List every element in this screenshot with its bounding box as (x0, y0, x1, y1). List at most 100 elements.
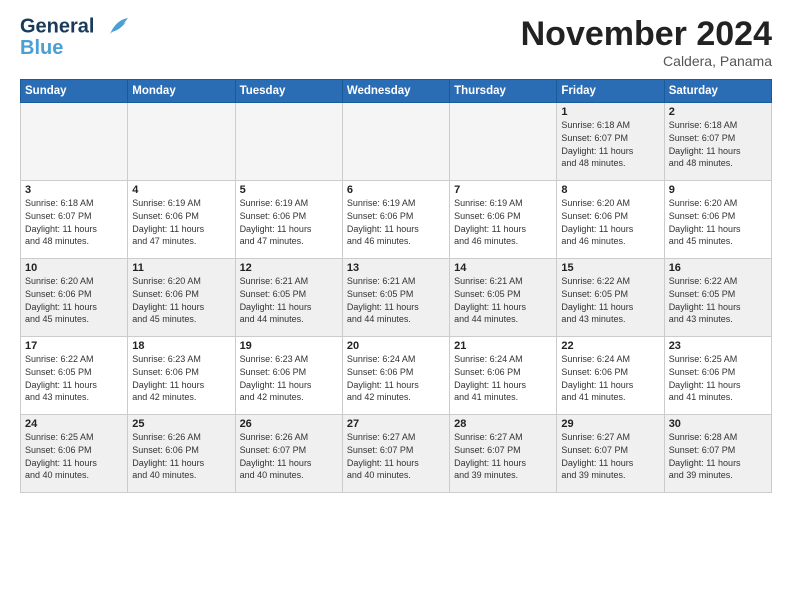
day-number: 11 (132, 262, 230, 274)
day-info: Sunrise: 6:24 AM Sunset: 6:06 PM Dayligh… (561, 353, 659, 403)
day-info: Sunrise: 6:19 AM Sunset: 6:06 PM Dayligh… (454, 197, 552, 247)
day-number: 5 (240, 184, 338, 196)
day-info: Sunrise: 6:27 AM Sunset: 6:07 PM Dayligh… (347, 431, 445, 481)
day-number: 7 (454, 184, 552, 196)
day-number: 17 (25, 340, 123, 352)
day-number: 4 (132, 184, 230, 196)
calendar-week-row: 17Sunrise: 6:22 AM Sunset: 6:05 PM Dayli… (21, 337, 772, 415)
day-number: 9 (669, 184, 767, 196)
day-info: Sunrise: 6:19 AM Sunset: 6:06 PM Dayligh… (240, 197, 338, 247)
day-number: 27 (347, 418, 445, 430)
day-number: 25 (132, 418, 230, 430)
day-number: 20 (347, 340, 445, 352)
day-info: Sunrise: 6:23 AM Sunset: 6:06 PM Dayligh… (240, 353, 338, 403)
calendar-cell: 24Sunrise: 6:25 AM Sunset: 6:06 PM Dayli… (21, 415, 128, 493)
day-info: Sunrise: 6:22 AM Sunset: 6:05 PM Dayligh… (561, 275, 659, 325)
day-number: 29 (561, 418, 659, 430)
day-number: 16 (669, 262, 767, 274)
day-number: 23 (669, 340, 767, 352)
day-info: Sunrise: 6:22 AM Sunset: 6:05 PM Dayligh… (25, 353, 123, 403)
calendar-cell: 8Sunrise: 6:20 AM Sunset: 6:06 PM Daylig… (557, 181, 664, 259)
day-info: Sunrise: 6:28 AM Sunset: 6:07 PM Dayligh… (669, 431, 767, 481)
calendar-cell: 28Sunrise: 6:27 AM Sunset: 6:07 PM Dayli… (450, 415, 557, 493)
day-of-week-header: Friday (557, 80, 664, 103)
day-info: Sunrise: 6:27 AM Sunset: 6:07 PM Dayligh… (561, 431, 659, 481)
day-of-week-header: Tuesday (235, 80, 342, 103)
day-number: 24 (25, 418, 123, 430)
day-info: Sunrise: 6:21 AM Sunset: 6:05 PM Dayligh… (454, 275, 552, 325)
day-number: 21 (454, 340, 552, 352)
day-number: 14 (454, 262, 552, 274)
day-number: 19 (240, 340, 338, 352)
day-number: 13 (347, 262, 445, 274)
calendar-cell: 23Sunrise: 6:25 AM Sunset: 6:06 PM Dayli… (664, 337, 771, 415)
day-info: Sunrise: 6:27 AM Sunset: 6:07 PM Dayligh… (454, 431, 552, 481)
calendar-week-row: 24Sunrise: 6:25 AM Sunset: 6:06 PM Dayli… (21, 415, 772, 493)
calendar-cell (128, 103, 235, 181)
calendar-cell: 6Sunrise: 6:19 AM Sunset: 6:06 PM Daylig… (342, 181, 449, 259)
day-info: Sunrise: 6:21 AM Sunset: 6:05 PM Dayligh… (347, 275, 445, 325)
day-info: Sunrise: 6:19 AM Sunset: 6:06 PM Dayligh… (132, 197, 230, 247)
calendar-cell: 20Sunrise: 6:24 AM Sunset: 6:06 PM Dayli… (342, 337, 449, 415)
day-info: Sunrise: 6:25 AM Sunset: 6:06 PM Dayligh… (669, 353, 767, 403)
calendar-body: 1Sunrise: 6:18 AM Sunset: 6:07 PM Daylig… (21, 103, 772, 493)
title-block: November 2024 Caldera, Panama (521, 16, 772, 69)
calendar-cell: 12Sunrise: 6:21 AM Sunset: 6:05 PM Dayli… (235, 259, 342, 337)
calendar-cell: 27Sunrise: 6:27 AM Sunset: 6:07 PM Dayli… (342, 415, 449, 493)
calendar-cell: 1Sunrise: 6:18 AM Sunset: 6:07 PM Daylig… (557, 103, 664, 181)
calendar-cell: 16Sunrise: 6:22 AM Sunset: 6:05 PM Dayli… (664, 259, 771, 337)
day-info: Sunrise: 6:20 AM Sunset: 6:06 PM Dayligh… (669, 197, 767, 247)
calendar-cell: 17Sunrise: 6:22 AM Sunset: 6:05 PM Dayli… (21, 337, 128, 415)
calendar-cell: 30Sunrise: 6:28 AM Sunset: 6:07 PM Dayli… (664, 415, 771, 493)
day-number: 15 (561, 262, 659, 274)
calendar-week-row: 1Sunrise: 6:18 AM Sunset: 6:07 PM Daylig… (21, 103, 772, 181)
calendar-cell (342, 103, 449, 181)
calendar-cell (450, 103, 557, 181)
day-number: 12 (240, 262, 338, 274)
day-info: Sunrise: 6:21 AM Sunset: 6:05 PM Dayligh… (240, 275, 338, 325)
day-of-week-header: Wednesday (342, 80, 449, 103)
day-number: 8 (561, 184, 659, 196)
calendar-cell: 25Sunrise: 6:26 AM Sunset: 6:06 PM Dayli… (128, 415, 235, 493)
calendar-table: SundayMondayTuesdayWednesdayThursdayFrid… (20, 79, 772, 493)
logo-bird-icon (102, 16, 128, 38)
calendar-cell (21, 103, 128, 181)
calendar-week-row: 3Sunrise: 6:18 AM Sunset: 6:07 PM Daylig… (21, 181, 772, 259)
day-number: 26 (240, 418, 338, 430)
day-of-week-header: Thursday (450, 80, 557, 103)
day-info: Sunrise: 6:26 AM Sunset: 6:07 PM Dayligh… (240, 431, 338, 481)
calendar-cell: 7Sunrise: 6:19 AM Sunset: 6:06 PM Daylig… (450, 181, 557, 259)
day-number: 2 (669, 106, 767, 118)
calendar-cell: 3Sunrise: 6:18 AM Sunset: 6:07 PM Daylig… (21, 181, 128, 259)
day-info: Sunrise: 6:18 AM Sunset: 6:07 PM Dayligh… (669, 119, 767, 169)
day-info: Sunrise: 6:19 AM Sunset: 6:06 PM Dayligh… (347, 197, 445, 247)
calendar-cell: 11Sunrise: 6:20 AM Sunset: 6:06 PM Dayli… (128, 259, 235, 337)
day-number: 28 (454, 418, 552, 430)
day-number: 3 (25, 184, 123, 196)
calendar-cell: 26Sunrise: 6:26 AM Sunset: 6:07 PM Dayli… (235, 415, 342, 493)
day-of-week-header: Monday (128, 80, 235, 103)
calendar-cell: 19Sunrise: 6:23 AM Sunset: 6:06 PM Dayli… (235, 337, 342, 415)
day-of-week-header: Sunday (21, 80, 128, 103)
calendar-cell: 4Sunrise: 6:19 AM Sunset: 6:06 PM Daylig… (128, 181, 235, 259)
day-info: Sunrise: 6:20 AM Sunset: 6:06 PM Dayligh… (561, 197, 659, 247)
day-info: Sunrise: 6:24 AM Sunset: 6:06 PM Dayligh… (347, 353, 445, 403)
calendar-cell: 10Sunrise: 6:20 AM Sunset: 6:06 PM Dayli… (21, 259, 128, 337)
day-info: Sunrise: 6:20 AM Sunset: 6:06 PM Dayligh… (132, 275, 230, 325)
day-number: 1 (561, 106, 659, 118)
calendar-cell: 14Sunrise: 6:21 AM Sunset: 6:05 PM Dayli… (450, 259, 557, 337)
calendar-cell: 18Sunrise: 6:23 AM Sunset: 6:06 PM Dayli… (128, 337, 235, 415)
day-number: 30 (669, 418, 767, 430)
calendar-week-row: 10Sunrise: 6:20 AM Sunset: 6:06 PM Dayli… (21, 259, 772, 337)
day-info: Sunrise: 6:18 AM Sunset: 6:07 PM Dayligh… (561, 119, 659, 169)
calendar-cell: 2Sunrise: 6:18 AM Sunset: 6:07 PM Daylig… (664, 103, 771, 181)
day-info: Sunrise: 6:18 AM Sunset: 6:07 PM Dayligh… (25, 197, 123, 247)
day-info: Sunrise: 6:24 AM Sunset: 6:06 PM Dayligh… (454, 353, 552, 403)
calendar-cell: 15Sunrise: 6:22 AM Sunset: 6:05 PM Dayli… (557, 259, 664, 337)
day-info: Sunrise: 6:20 AM Sunset: 6:06 PM Dayligh… (25, 275, 123, 325)
calendar-cell: 22Sunrise: 6:24 AM Sunset: 6:06 PM Dayli… (557, 337, 664, 415)
page-container: General Blue November 2024 Caldera, Pana… (0, 0, 792, 503)
day-number: 6 (347, 184, 445, 196)
calendar-cell: 21Sunrise: 6:24 AM Sunset: 6:06 PM Dayli… (450, 337, 557, 415)
calendar-cell: 5Sunrise: 6:19 AM Sunset: 6:06 PM Daylig… (235, 181, 342, 259)
